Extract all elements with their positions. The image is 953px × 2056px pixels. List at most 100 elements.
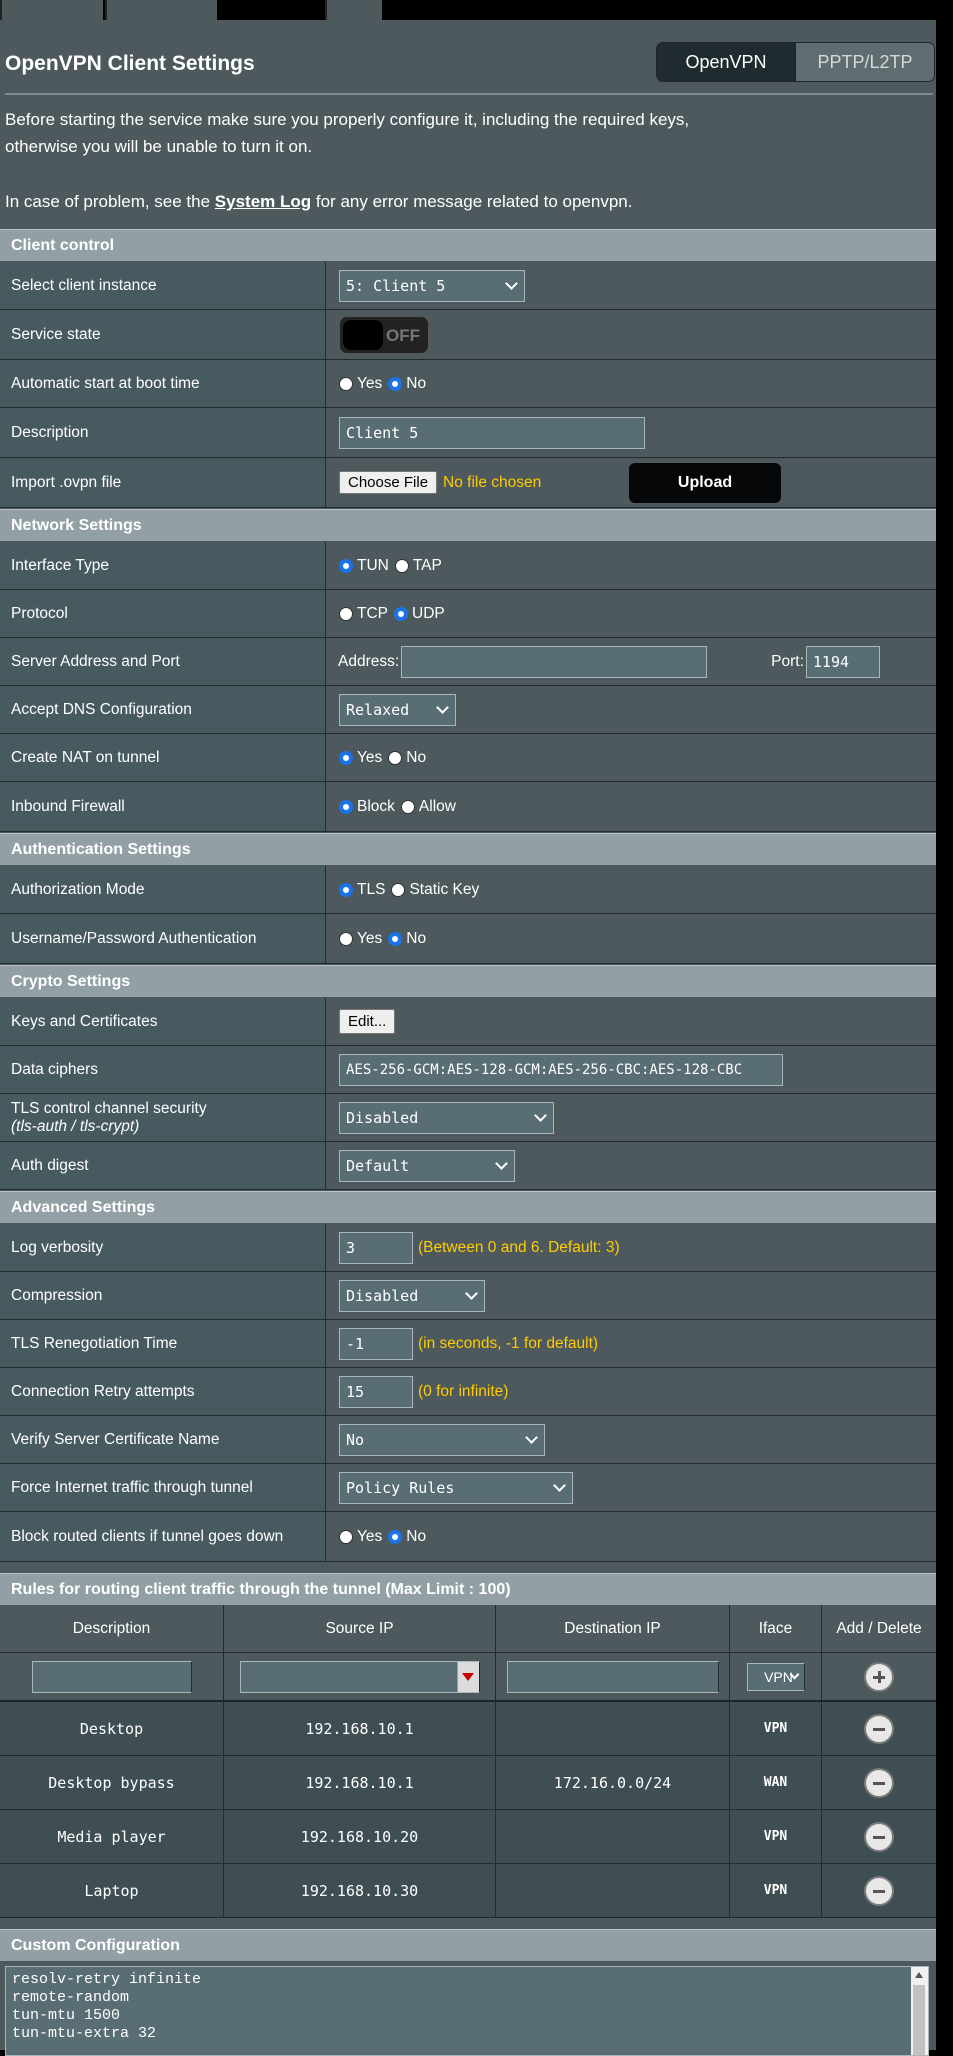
system-log-link[interactable]: System Log: [215, 192, 311, 211]
top-menu-tab[interactable]: [105, 0, 217, 20]
label: Username/Password Authentication: [0, 914, 326, 963]
row-auto-start: Automatic start at boot time Yes No: [0, 360, 936, 408]
section-rules: Rules for routing client traffic through…: [0, 1573, 936, 1605]
rule-description-input[interactable]: [31, 1660, 192, 1693]
radio-label: Allow: [418, 797, 456, 815]
source-ip-dropdown-button[interactable]: [456, 1661, 479, 1692]
firewall-allow-radio[interactable]: Allow: [400, 797, 456, 816]
label: Data ciphers: [0, 1046, 326, 1093]
service-state-toggle[interactable]: OFF: [339, 315, 429, 354]
rule-dst: [496, 1864, 730, 1917]
client-instance-select[interactable]: 5: Client 5: [339, 269, 525, 302]
top-menu-tab[interactable]: [0, 0, 103, 20]
edit-keys-button[interactable]: Edit...: [339, 1009, 396, 1034]
top-menu-tab[interactable]: [325, 0, 382, 20]
triangle-down-icon: [462, 1672, 474, 1681]
tun-radio[interactable]: TUN: [339, 557, 389, 575]
force-internet-select[interactable]: Policy Rules: [339, 1471, 573, 1504]
label: Connection Retry attempts: [0, 1368, 326, 1415]
label: Automatic start at boot time: [0, 360, 326, 407]
nat-yes-radio[interactable]: Yes: [339, 749, 382, 767]
tap-radio[interactable]: TAP: [394, 556, 442, 575]
col-add-delete: Add / Delete: [822, 1605, 936, 1653]
tab-pptp-l2tp[interactable]: PPTP/L2TP: [795, 43, 934, 81]
label: Inbound Firewall: [0, 782, 326, 831]
block-routed-yes-radio[interactable]: Yes: [339, 1528, 382, 1546]
radio-label: TCP: [357, 604, 388, 622]
auth-digest-select[interactable]: Default: [339, 1149, 515, 1182]
udp-radio[interactable]: UDP: [394, 605, 445, 623]
server-address-input[interactable]: [401, 645, 708, 678]
nat-no-radio[interactable]: No: [388, 749, 426, 767]
radio-circle: [339, 558, 353, 573]
log-verbosity-input[interactable]: 3: [339, 1231, 413, 1264]
static-key-radio[interactable]: Static Key: [391, 881, 479, 899]
delete-rule-icon[interactable]: [864, 1767, 894, 1798]
col-iface: Iface: [730, 1605, 822, 1653]
tls-radio[interactable]: TLS: [339, 881, 385, 899]
label: Service state: [0, 310, 326, 359]
select-value: VPN: [764, 1668, 793, 1685]
verify-cert-select[interactable]: No: [339, 1423, 545, 1456]
radio-circle: [339, 931, 353, 946]
row-block-routed: Block routed clients if tunnel goes down…: [0, 1512, 936, 1562]
delete-rule-icon[interactable]: [864, 1875, 894, 1906]
accept-dns-select[interactable]: Relaxed: [339, 693, 456, 726]
radio-label: No: [406, 374, 427, 392]
description-input[interactable]: Client 5: [339, 416, 645, 449]
delete-rule-icon[interactable]: [864, 1713, 894, 1744]
rule-iface-select[interactable]: VPN: [746, 1662, 805, 1691]
row-user-pass: Username/Password Authentication Yes No: [0, 914, 936, 964]
auto-start-no-radio[interactable]: No: [388, 375, 426, 393]
upload-button[interactable]: Upload: [629, 463, 781, 503]
tcp-radio[interactable]: TCP: [339, 605, 388, 623]
radio-label: No: [406, 1527, 427, 1545]
rule-src: 192.168.10.20: [224, 1810, 496, 1863]
auto-start-yes-radio[interactable]: Yes: [339, 375, 382, 393]
tls-control-select[interactable]: Disabled: [339, 1101, 554, 1134]
rules-input-row: VPN: [0, 1653, 936, 1702]
block-routed-no-radio[interactable]: No: [388, 1528, 426, 1546]
retry-input[interactable]: 15: [339, 1375, 413, 1408]
row-force-internet: Force Internet traffic through tunnel Po…: [0, 1464, 936, 1512]
rule-src: 192.168.10.1: [224, 1756, 496, 1809]
radio-label: TAP: [412, 556, 442, 574]
page-scrollbar[interactable]: [936, 20, 953, 2050]
textarea-scrollbar[interactable]: [911, 1967, 928, 2055]
chevron-down-icon: [465, 1286, 478, 1300]
radio-label: TLS: [357, 880, 386, 898]
userpass-no-radio[interactable]: No: [388, 930, 426, 948]
row-auth-mode: Authorization Mode TLS Static Key: [0, 866, 936, 914]
tls-reneg-input[interactable]: -1: [339, 1327, 413, 1360]
row-log-verbosity: Log verbosity 3 (Between 0 and 6. Default…: [0, 1224, 936, 1272]
chevron-down-icon: [534, 1108, 547, 1122]
row-tls-reneg: TLS Renegotiation Time -1 (in seconds, -1…: [0, 1320, 936, 1368]
radio-circle: [339, 606, 353, 621]
port-input[interactable]: 1194: [805, 645, 880, 678]
toggle-knob: [343, 319, 383, 350]
port-label: Port:: [771, 652, 804, 670]
compression-select[interactable]: Disabled: [339, 1279, 485, 1312]
scroll-up-icon[interactable]: [915, 1972, 923, 1978]
radio-circle: [388, 1529, 403, 1544]
rules-table-header: Description Source IP Destination IP Ifa…: [0, 1605, 936, 1653]
add-rule-icon[interactable]: [864, 1661, 894, 1692]
row-inbound-firewall: Inbound Firewall Block Allow: [0, 782, 936, 832]
rule-source-ip-input[interactable]: [239, 1660, 480, 1693]
label: Log verbosity: [0, 1224, 326, 1271]
firewall-block-radio[interactable]: Block: [339, 798, 395, 816]
data-ciphers-input[interactable]: AES-256-GCM:AES-128-GCM:AES-256-CBC:AES-…: [339, 1053, 783, 1086]
userpass-yes-radio[interactable]: Yes: [339, 930, 382, 948]
select-value: Relaxed: [346, 700, 410, 719]
custom-config-textarea[interactable]: resolv-retry infinite remote-random tun-…: [5, 1966, 929, 2056]
radio-label: Yes: [357, 1527, 383, 1545]
delete-rule-icon[interactable]: [864, 1821, 894, 1852]
rule-dst: [496, 1810, 730, 1863]
choose-file-button[interactable]: Choose File: [339, 471, 438, 494]
rule-dst: 172.16.0.0/24: [496, 1756, 730, 1809]
row-interface-type: Interface Type TUN TAP: [0, 542, 936, 590]
scroll-thumb[interactable]: [913, 1985, 925, 2055]
rule-destination-ip-input[interactable]: [506, 1660, 719, 1693]
tab-openvpn[interactable]: OpenVPN: [657, 43, 795, 81]
label: Verify Server Certificate Name: [0, 1416, 326, 1463]
